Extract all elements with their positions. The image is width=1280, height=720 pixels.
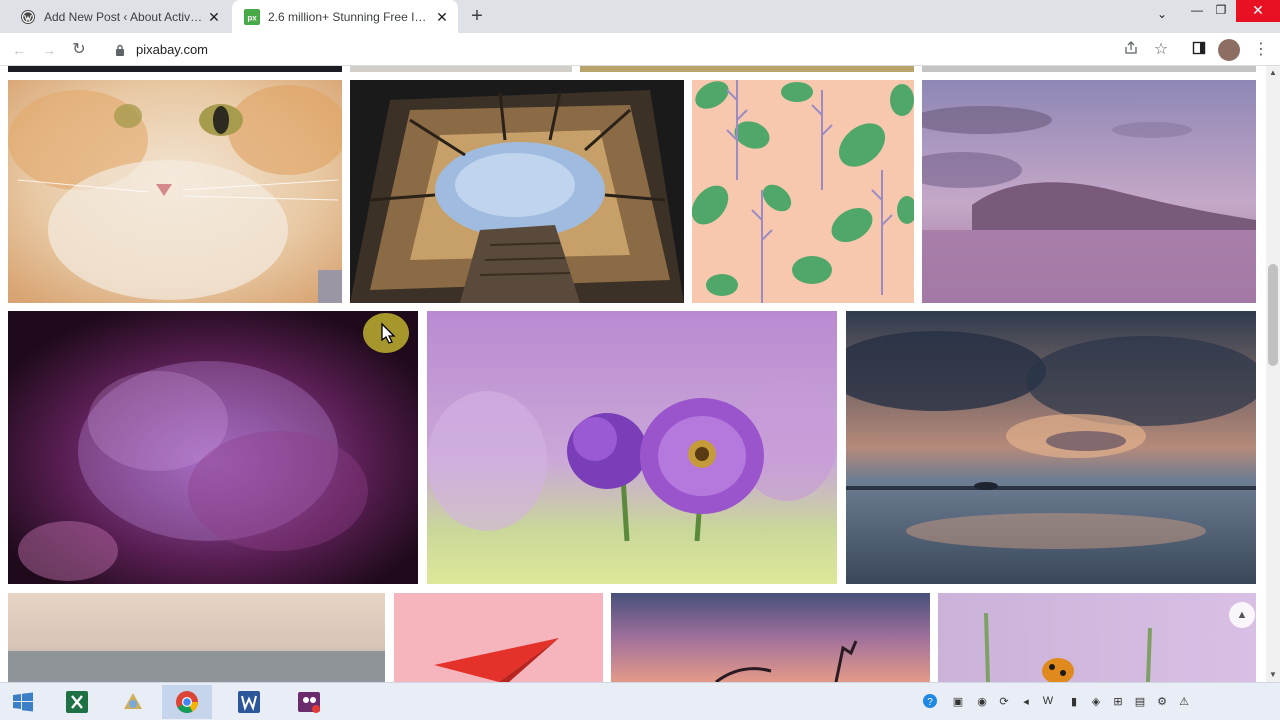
image-tile-courtyard[interactable]	[350, 80, 684, 303]
reload-icon[interactable]: ↻	[68, 39, 90, 61]
tab-pixabay[interactable]: px 2.6 million+ Stunning Free Images ✕	[232, 0, 458, 33]
lock-icon[interactable]	[112, 42, 128, 58]
tab-close-icon[interactable]: ✕	[434, 9, 450, 25]
image-tile-ladybug[interactable]	[938, 593, 1256, 682]
tab-search-chevron-icon[interactable]: ⌄	[1150, 4, 1174, 26]
bookmark-star-icon[interactable]: ☆	[1150, 39, 1172, 61]
svg-text:px: px	[247, 13, 257, 22]
wordpress-icon	[20, 9, 36, 25]
image-tile-previous-row[interactable]	[580, 66, 914, 72]
image-tile-paper-plane[interactable]	[394, 593, 603, 682]
pinned-app-icon[interactable]	[108, 685, 158, 719]
tray-audio-icon[interactable]: ◂	[1018, 693, 1034, 709]
url-text: pixabay.com	[136, 42, 209, 57]
tray-word-icon[interactable]: W	[1040, 693, 1056, 709]
image-tile-sunset-sea[interactable]	[846, 311, 1256, 584]
windows-start-icon[interactable]	[0, 685, 46, 719]
tray-sync-icon[interactable]: ⟳	[996, 693, 1012, 709]
kebab-menu-icon[interactable]: ⋮	[1250, 39, 1272, 61]
profile-avatar[interactable]	[1218, 39, 1240, 61]
back-arrow-icon[interactable]: ←	[8, 39, 30, 61]
maximize-button[interactable]: ❐	[1210, 0, 1232, 22]
image-tile-purple-flowers[interactable]	[427, 311, 837, 584]
scroll-up-arrow-icon[interactable]: ▲	[1266, 66, 1280, 80]
word-app-icon[interactable]	[224, 685, 274, 719]
tray-update-icon[interactable]: ⚙	[1154, 693, 1170, 709]
image-tile-purple-mountain[interactable]	[922, 80, 1256, 303]
chrome-app-icon[interactable]	[162, 685, 212, 719]
tray-device-icon[interactable]: ⊞	[1110, 693, 1126, 709]
scroll-down-arrow-icon[interactable]: ▼	[1266, 668, 1280, 682]
excel-app-icon[interactable]	[52, 685, 102, 719]
image-tile-previous-row[interactable]	[8, 66, 342, 72]
tab-title: Add New Post ‹ About Activate	[44, 9, 206, 24]
windows-taskbar: ? ▣ ◉ ⟳ ◂ W ▮ ◈ ⊞ ▤ ⚙ ⚠	[0, 682, 1280, 720]
image-tile-leaf-pattern[interactable]	[692, 80, 914, 303]
share-icon[interactable]	[1120, 39, 1142, 61]
image-tile-cat[interactable]	[8, 80, 342, 303]
pixabay-icon: px	[244, 8, 260, 25]
tray-network-icon[interactable]: ◉	[974, 693, 990, 709]
tab-add-new-post[interactable]: Add New Post ‹ About Activate ✕	[8, 0, 230, 33]
window-close-button[interactable]: ✕	[1236, 0, 1280, 22]
side-panel-icon[interactable]	[1188, 39, 1210, 61]
scrollbar-thumb[interactable]	[1268, 264, 1278, 366]
tab-title: 2.6 million+ Stunning Free Images	[268, 9, 434, 24]
minimize-button[interactable]: —	[1186, 0, 1208, 22]
image-tile-misty-beach[interactable]	[8, 593, 385, 682]
tray-storage-icon[interactable]: ▤	[1132, 693, 1148, 709]
image-tile-previous-row[interactable]	[922, 66, 1256, 72]
image-tile-sunset-silhouette[interactable]	[611, 593, 930, 682]
recorder-app-icon[interactable]	[284, 685, 334, 719]
image-tile-purple-smoke[interactable]	[8, 311, 418, 584]
tray-warning-icon[interactable]: ⚠	[1176, 693, 1192, 709]
forward-arrow-icon[interactable]: →	[38, 39, 60, 61]
address-bar[interactable]: pixabay.com	[104, 37, 1110, 62]
image-tile-previous-row[interactable]	[350, 66, 572, 72]
svg-text:?: ?	[927, 697, 933, 708]
tray-app-icon[interactable]: ▣	[950, 693, 966, 709]
tray-security-icon[interactable]: ◈	[1088, 693, 1104, 709]
back-to-top-button[interactable]: ▲	[1229, 602, 1255, 628]
mouse-cursor-icon	[362, 310, 410, 356]
help-icon[interactable]: ?	[922, 693, 938, 709]
new-tab-button[interactable]: +	[466, 6, 488, 28]
tab-strip: Add New Post ‹ About Activate ✕ px 2.6 m…	[0, 0, 1280, 33]
tab-close-icon[interactable]: ✕	[206, 9, 222, 25]
browser-toolbar: ← → ↻ pixabay.com ☆ ⋮	[0, 33, 1280, 66]
pixabay-image-grid	[0, 66, 1266, 682]
battery-icon[interactable]: ▮	[1066, 693, 1082, 709]
vertical-scrollbar[interactable]	[1266, 66, 1280, 682]
